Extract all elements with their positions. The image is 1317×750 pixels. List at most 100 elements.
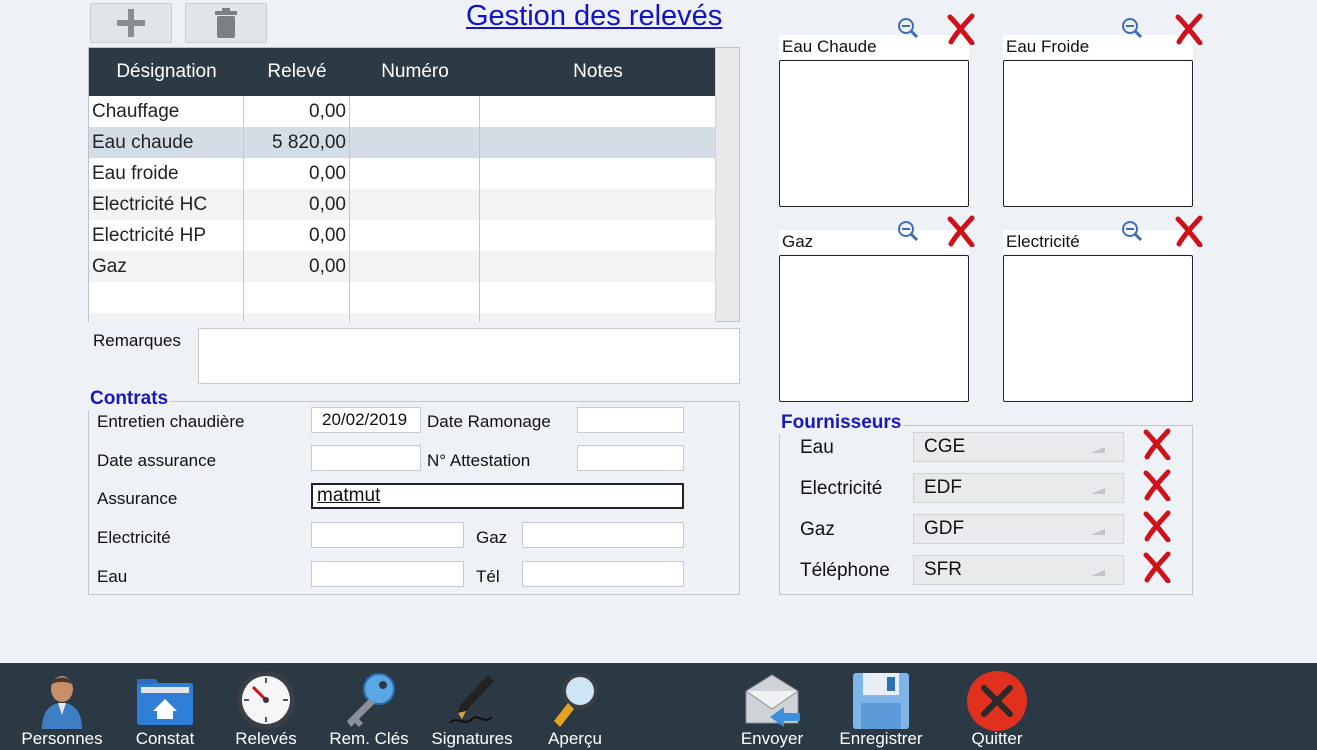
assurance-field[interactable]: matmut bbox=[311, 483, 684, 509]
tel-field[interactable] bbox=[522, 561, 684, 587]
zoom-out-icon[interactable] bbox=[1120, 16, 1144, 40]
eau-field[interactable] bbox=[311, 561, 464, 587]
quitter-label: Quitter bbox=[971, 729, 1023, 748]
table-row[interactable]: Gaz 0,00 bbox=[89, 251, 716, 282]
photo-eau-froide[interactable] bbox=[1003, 60, 1193, 207]
ramonage-label: Date Ramonage bbox=[427, 412, 551, 431]
table-row-empty[interactable] bbox=[89, 282, 716, 313]
cell-notes bbox=[480, 96, 716, 127]
photo-eau-chaude[interactable] bbox=[779, 60, 969, 207]
personnes-button[interactable]: Personnes bbox=[17, 663, 107, 750]
gaz-field[interactable] bbox=[522, 522, 684, 548]
cell-releve: 0,00 bbox=[244, 220, 350, 251]
select-value: CGE bbox=[924, 436, 966, 457]
fournisseur-gaz-select[interactable]: GDF bbox=[913, 514, 1124, 544]
column-releve[interactable]: Relevé bbox=[244, 48, 350, 96]
fournisseur-eau-select[interactable]: CGE bbox=[913, 432, 1124, 462]
remarques-label: Remarques bbox=[93, 331, 181, 350]
releves-nav-button[interactable]: Relevés bbox=[226, 663, 306, 750]
grid-scrollbar[interactable] bbox=[715, 48, 739, 321]
remarques-input[interactable] bbox=[198, 328, 740, 384]
constat-label: Constat bbox=[135, 729, 195, 748]
cell-notes bbox=[480, 127, 716, 158]
fournisseur-electricite-select[interactable]: EDF bbox=[913, 473, 1124, 503]
gauge-icon bbox=[237, 671, 295, 729]
delete-x-icon[interactable] bbox=[1174, 13, 1204, 45]
column-notes[interactable]: Notes bbox=[480, 48, 716, 96]
fournisseur-telephone-select[interactable]: SFR bbox=[913, 555, 1124, 585]
cell-numero bbox=[350, 158, 480, 189]
cell-releve: 0,00 bbox=[244, 158, 350, 189]
fournisseur-gaz-label: Gaz bbox=[800, 519, 835, 540]
select-value: GDF bbox=[924, 518, 965, 539]
dropdown-arrow-icon bbox=[1091, 488, 1105, 494]
trash-icon bbox=[215, 8, 237, 38]
assurance-label: Assurance bbox=[97, 489, 178, 508]
rem-cles-button[interactable]: Rem. Clés bbox=[324, 663, 414, 750]
cell-numero bbox=[350, 220, 480, 251]
enregistrer-label: Enregistrer bbox=[839, 729, 923, 748]
photo-gaz[interactable] bbox=[779, 255, 969, 402]
electricite-field[interactable] bbox=[311, 522, 464, 548]
table-row[interactable]: Eau froide 0,00 bbox=[89, 158, 716, 189]
page-title: Gestion des relevés bbox=[466, 0, 723, 32]
column-numero[interactable]: Numéro bbox=[350, 48, 480, 96]
zoom-out-icon[interactable] bbox=[1120, 219, 1144, 243]
column-designation[interactable]: Désignation bbox=[89, 48, 244, 96]
apercu-button[interactable]: Aperçu bbox=[532, 663, 618, 750]
apercu-label: Aperçu bbox=[548, 729, 602, 748]
zoom-out-icon[interactable] bbox=[896, 219, 920, 243]
table-row[interactable]: Eau chaude 5 820,00 bbox=[89, 127, 716, 158]
fournisseur-electricite-label: Electricité bbox=[800, 478, 883, 499]
entretien-date-field[interactable]: 20/02/2019 bbox=[311, 407, 421, 433]
key-icon bbox=[347, 673, 395, 727]
rem-cles-label: Rem. Clés bbox=[329, 729, 409, 748]
cell-designation: Chauffage bbox=[89, 96, 244, 127]
ramonage-date-field[interactable] bbox=[577, 407, 684, 433]
dropdown-arrow-icon bbox=[1091, 570, 1105, 576]
delete-x-icon[interactable] bbox=[946, 215, 976, 247]
fournisseurs-title: Fournisseurs bbox=[779, 412, 904, 434]
assurance-date-field[interactable] bbox=[311, 445, 421, 471]
cell-numero bbox=[350, 127, 480, 158]
photo-label-eau-chaude: Eau Chaude bbox=[779, 35, 969, 59]
delete-x-icon[interactable] bbox=[1142, 428, 1172, 460]
person-icon bbox=[42, 676, 82, 729]
tel-label: Tél bbox=[476, 567, 500, 586]
quitter-button[interactable]: Quitter bbox=[956, 663, 1038, 750]
attestation-field[interactable] bbox=[577, 445, 684, 471]
envoyer-button[interactable]: Envoyer bbox=[730, 663, 814, 750]
cell-releve: 0,00 bbox=[244, 189, 350, 220]
delete-x-icon[interactable] bbox=[1142, 469, 1172, 501]
electricite-label: Electricité bbox=[97, 528, 171, 547]
folder-home-icon bbox=[137, 679, 193, 725]
personnes-label: Personnes bbox=[21, 729, 103, 748]
magnifier-icon bbox=[554, 673, 598, 727]
constat-button[interactable]: Constat bbox=[125, 663, 205, 750]
signatures-label: Signatures bbox=[431, 729, 513, 748]
photo-electricite[interactable] bbox=[1003, 255, 1193, 402]
signatures-button[interactable]: Signatures bbox=[427, 663, 517, 750]
releves-grid[interactable]: Désignation Relevé Numéro Notes Chauffag… bbox=[88, 47, 740, 322]
cell-releve: 0,00 bbox=[244, 251, 350, 282]
delete-x-icon[interactable] bbox=[1174, 215, 1204, 247]
cell-designation: Electricité HC bbox=[89, 189, 244, 220]
table-row[interactable]: Electricité HP 0,00 bbox=[89, 220, 716, 251]
table-row[interactable]: Electricité HC 0,00 bbox=[89, 189, 716, 220]
cell-designation: Eau froide bbox=[89, 158, 244, 189]
delete-x-icon[interactable] bbox=[946, 13, 976, 45]
zoom-out-icon[interactable] bbox=[896, 16, 920, 40]
cell-numero bbox=[350, 96, 480, 127]
cell-notes bbox=[480, 220, 716, 251]
close-circle-icon bbox=[967, 671, 1027, 731]
enregistrer-button[interactable]: Enregistrer bbox=[834, 663, 928, 750]
add-button[interactable] bbox=[90, 3, 172, 43]
cell-numero bbox=[350, 189, 480, 220]
bottom-toolbar: Personnes Constat Relevés Rem. Clés Sign… bbox=[0, 663, 1317, 750]
releves-label: Relevés bbox=[235, 729, 297, 748]
delete-button[interactable] bbox=[185, 3, 267, 43]
delete-x-icon[interactable] bbox=[1142, 551, 1172, 583]
table-row[interactable]: Chauffage 0,00 bbox=[89, 96, 716, 127]
delete-x-icon[interactable] bbox=[1142, 510, 1172, 542]
cell-designation: Gaz bbox=[89, 251, 244, 282]
